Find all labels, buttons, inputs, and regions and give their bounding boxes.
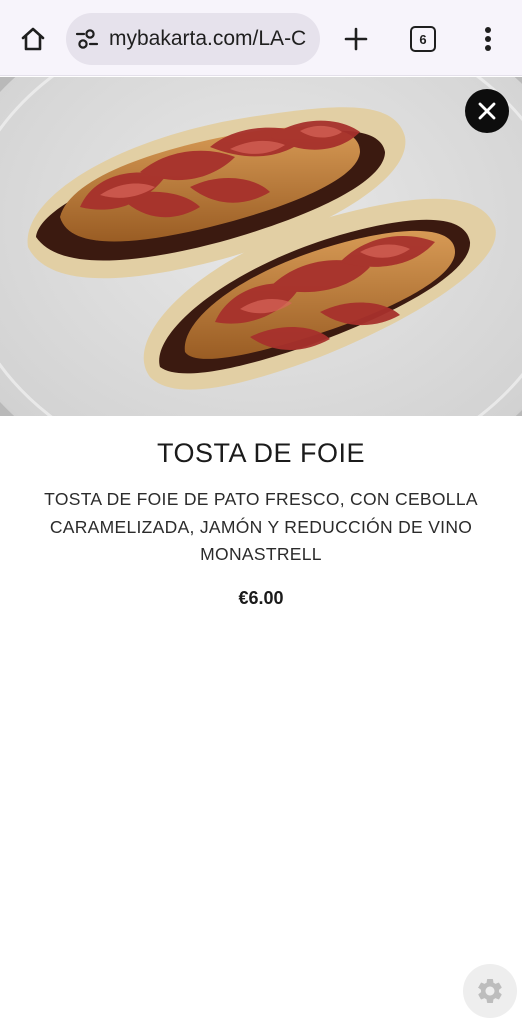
url-text[interactable]: mybakarta.com/LA-C <box>109 26 306 52</box>
tabs-icon: 6 <box>410 26 436 52</box>
home-button[interactable] <box>14 20 52 58</box>
close-icon <box>478 102 496 120</box>
browser-menu-button[interactable] <box>470 19 506 59</box>
gear-icon <box>477 979 502 1003</box>
close-button[interactable] <box>465 89 509 133</box>
tab-switcher-button[interactable]: 6 <box>403 19 443 59</box>
address-bar[interactable]: mybakarta.com/LA-C <box>66 13 320 65</box>
product-description: TOSTA DE FOIE DE PATO FRESCO, CON CEBOLL… <box>44 489 478 564</box>
home-icon <box>21 27 45 51</box>
new-tab-button[interactable] <box>336 19 376 59</box>
tune-icon[interactable] <box>75 28 99 50</box>
tab-count: 6 <box>419 31 427 47</box>
food-photo <box>0 77 522 416</box>
product-title: TOSTA DE FOIE <box>156 438 366 468</box>
more-vert-icon <box>485 27 491 51</box>
settings-button[interactable] <box>463 964 517 1018</box>
plus-icon <box>344 27 368 51</box>
product-price: €6.00 <box>238 588 284 608</box>
product-image <box>0 77 522 416</box>
browser-toolbar: mybakarta.com/LA-C 6 <box>0 0 522 76</box>
